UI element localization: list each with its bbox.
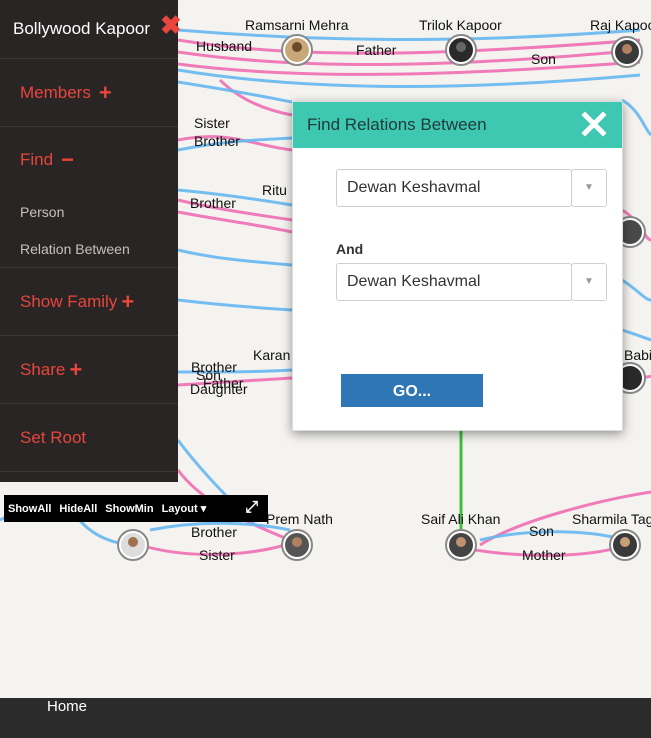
edge-label-brother-2: Brother xyxy=(190,195,236,211)
show-family-label: Show Family xyxy=(20,291,118,311)
node-label-ritu: Ritu xyxy=(262,182,287,198)
plus-icon: + xyxy=(69,356,83,382)
sidebar-item-show-family[interactable]: Show Family + xyxy=(0,268,178,336)
avatar-sister-node[interactable] xyxy=(117,529,149,561)
sidebar-item-find[interactable]: Find − xyxy=(0,127,178,193)
find-relations-dialog: Find Relations Between Dewan Keshavmal ▼… xyxy=(292,101,623,431)
share-label: Share xyxy=(20,359,66,379)
sidebar-subitem-relation-between[interactable]: Relation Between xyxy=(0,230,178,267)
chevron-down-icon[interactable]: ▼ xyxy=(571,263,607,301)
minus-icon: − xyxy=(61,147,74,172)
dialog-header: Find Relations Between xyxy=(293,102,622,148)
show-all-button[interactable]: ShowAll xyxy=(8,503,51,515)
node-label-ramsarni: Ramsarni Mehra xyxy=(245,17,349,33)
sidebar-item-set-root[interactable]: Set Root xyxy=(0,404,178,472)
edge-label-brother: Brother xyxy=(194,133,240,149)
close-icon[interactable]: ✖ xyxy=(160,12,182,38)
node-label-karan: Karan xyxy=(253,347,290,363)
avatar-raj[interactable] xyxy=(611,36,643,68)
node-label-sharmila: Sharmila Tagore xyxy=(572,511,651,527)
go-button[interactable]: GO... xyxy=(341,374,483,407)
first-person-select[interactable]: Dewan Keshavmal ▼ xyxy=(336,169,607,207)
graph-toolbar: ShowAll HideAll ShowMin Layout ▾ ⤢ xyxy=(4,495,268,522)
set-root-label: Set Root xyxy=(20,427,87,447)
first-person-value: Dewan Keshavmal xyxy=(347,179,481,196)
node-label-saif: Saif Ali Khan xyxy=(421,511,500,527)
node-label-raj: Raj Kapoor xyxy=(590,17,651,33)
avatar-ramsarni[interactable] xyxy=(281,34,313,66)
close-icon[interactable] xyxy=(580,110,608,138)
edge-label-daughter: Daughter xyxy=(190,381,248,397)
avatar-sharmila[interactable] xyxy=(609,529,641,561)
layout-label: Layout xyxy=(161,503,198,515)
node-label-trilok: Trilok Kapoor xyxy=(419,17,502,33)
sidebar: Bollywood Kapoor ✖ Members + Find − Pers… xyxy=(0,0,182,482)
edge-label-brother-4: Brother xyxy=(191,524,237,540)
plus-icon: + xyxy=(121,288,135,314)
edge-label-son-3: Son xyxy=(529,523,554,539)
dialog-title: Find Relations Between xyxy=(307,115,487,134)
show-min-button[interactable]: ShowMin xyxy=(105,503,153,515)
members-label: Members xyxy=(20,82,91,102)
sidebar-item-share[interactable]: Share + xyxy=(0,336,178,404)
avatar-prem[interactable] xyxy=(281,529,313,561)
sidebar-header: Bollywood Kapoor ✖ xyxy=(0,0,182,59)
layout-dropdown[interactable]: Layout ▾ xyxy=(162,502,207,515)
edge-label-husband: Husband xyxy=(196,38,252,54)
and-label: And xyxy=(336,241,364,257)
hide-all-button[interactable]: HideAll xyxy=(59,503,97,515)
edge-label-son: Son xyxy=(531,51,556,67)
avatar-trilok[interactable] xyxy=(445,34,477,66)
edge-label-father: Father xyxy=(356,42,397,58)
sidebar-item-members[interactable]: Members + xyxy=(0,59,178,127)
plus-icon: + xyxy=(98,79,112,105)
node-label-prem: Prem Nath xyxy=(266,511,333,527)
second-person-value: Dewan Keshavmal xyxy=(347,273,481,290)
app-title: Bollywood Kapoor xyxy=(13,19,150,38)
edge-label-mother: Mother xyxy=(522,547,566,563)
caret-down-icon: ▾ xyxy=(200,503,207,515)
expand-icon[interactable]: ⤢ xyxy=(245,499,258,517)
home-link[interactable]: Home xyxy=(47,698,87,715)
footer: Home xyxy=(0,698,651,738)
avatar-saif[interactable] xyxy=(445,529,477,561)
find-label: Find xyxy=(20,150,54,169)
edge-label-sister: Sister xyxy=(194,115,230,131)
edge-label-sister-2: Sister xyxy=(199,547,235,563)
second-person-select[interactable]: Dewan Keshavmal ▼ xyxy=(336,263,607,301)
sidebar-find-group: Find − Person Relation Between xyxy=(0,127,178,268)
sidebar-subitem-person[interactable]: Person xyxy=(0,193,178,230)
node-label-babita: Babita xyxy=(624,347,651,363)
chevron-down-icon[interactable]: ▼ xyxy=(571,169,607,207)
